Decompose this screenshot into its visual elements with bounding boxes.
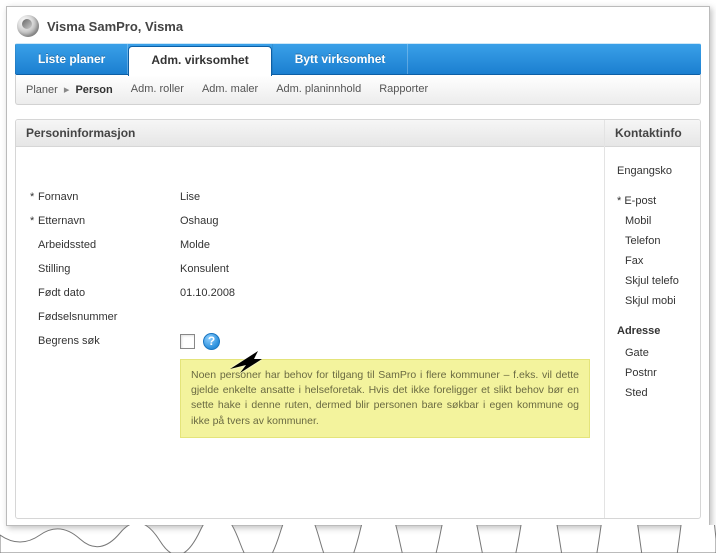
- torn-edge-decoration: [0, 525, 716, 553]
- person-column: Personinformasjon *Fornavn Lise *Etterna…: [16, 120, 605, 518]
- field-fornavn: *Fornavn Lise: [30, 185, 594, 209]
- section-header-kontakt: Kontaktinfo: [605, 120, 700, 147]
- app-title: Visma SamPro, Visma: [47, 19, 183, 34]
- field-epost: * E-post: [617, 191, 698, 211]
- field-fodselsnummer: Fødselsnummer: [30, 305, 594, 329]
- breadcrumb-current: Person: [75, 84, 112, 96]
- titlebar: Visma SamPro, Visma: [7, 7, 709, 43]
- value-etternavn[interactable]: Oshaug: [180, 215, 219, 227]
- help-icon[interactable]: ?: [203, 333, 220, 350]
- field-mobil: Mobil: [617, 211, 698, 231]
- checkbox-begrens-sok[interactable]: [180, 334, 195, 349]
- value-stilling[interactable]: Konsulent: [180, 263, 229, 275]
- tab-liste-planer[interactable]: Liste planer: [15, 44, 128, 74]
- breadcrumb-root[interactable]: Planer: [26, 84, 58, 96]
- section-header-person: Personinformasjon: [16, 120, 604, 147]
- app-window: Visma SamPro, Visma Liste planer Adm. vi…: [6, 6, 710, 526]
- label-fnr: Fødselsnummer: [38, 311, 117, 323]
- subnav-adm-maler[interactable]: Adm. maler: [202, 83, 258, 96]
- content-panel: Personinformasjon *Fornavn Lise *Etterna…: [15, 119, 701, 519]
- subheader-adresse: Adresse: [617, 311, 698, 343]
- field-postnr: Postnr: [617, 363, 698, 383]
- subnav-adm-roller[interactable]: Adm. roller: [131, 83, 184, 96]
- subnav-adm-planinnhold[interactable]: Adm. planinnhold: [276, 83, 361, 96]
- tab-bytt-virksomhet[interactable]: Bytt virksomhet: [272, 44, 409, 74]
- field-gate: Gate: [617, 343, 698, 363]
- tab-adm-virksomhet[interactable]: Adm. virksomhet: [128, 46, 271, 76]
- field-skjul-mobil: Skjul mobi: [617, 291, 698, 311]
- field-stilling: Stilling Konsulent: [30, 257, 594, 281]
- field-telefon: Telefon: [617, 231, 698, 251]
- label-fornavn: Fornavn: [38, 191, 78, 203]
- field-skjul-telefon: Skjul telefo: [617, 271, 698, 291]
- main-tabs: Liste planer Adm. virksomhet Bytt virkso…: [15, 43, 701, 75]
- person-form: *Fornavn Lise *Etternavn Oshaug Arbeidss…: [16, 147, 604, 448]
- contact-list: Engangsko * E-post Mobil Telefon Fax Skj…: [605, 147, 700, 411]
- value-fornavn[interactable]: Lise: [180, 191, 200, 203]
- field-sted: Sted: [617, 383, 698, 403]
- contact-column: Kontaktinfo Engangsko * E-post Mobil Tel…: [605, 120, 700, 518]
- field-begrens-sok: Begrens søk ?: [30, 329, 594, 353]
- link-engangskode[interactable]: Engangsko: [617, 161, 698, 191]
- breadcrumb: Planer ▸ Person: [26, 83, 113, 96]
- field-fodt-dato: Født dato 01.10.2008: [30, 281, 594, 305]
- label-stilling: Stilling: [38, 263, 70, 275]
- help-tooltip: Noen personer har behov for tilgang til …: [180, 359, 590, 438]
- subnav-rapporter[interactable]: Rapporter: [379, 83, 428, 96]
- label-fodt: Født dato: [38, 287, 85, 299]
- field-etternavn: *Etternavn Oshaug: [30, 209, 594, 233]
- value-arbeidssted[interactable]: Molde: [180, 239, 210, 251]
- label-arbeidssted: Arbeidssted: [38, 239, 96, 251]
- chevron-right-icon: ▸: [64, 84, 70, 96]
- label-etternavn: Etternavn: [38, 215, 85, 227]
- label-begrens: Begrens søk: [38, 335, 100, 347]
- field-fax: Fax: [617, 251, 698, 271]
- app-logo-icon: [17, 15, 39, 37]
- value-fodt[interactable]: 01.10.2008: [180, 287, 235, 299]
- subnav: Planer ▸ Person Adm. roller Adm. maler A…: [15, 75, 701, 105]
- field-arbeidssted: Arbeidssted Molde: [30, 233, 594, 257]
